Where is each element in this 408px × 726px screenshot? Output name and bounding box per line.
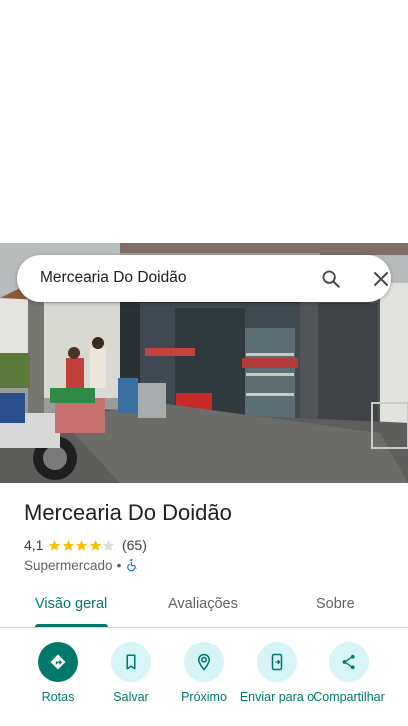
active-tab-indicator — [35, 624, 108, 627]
wheelchair-accessible-icon — [127, 558, 137, 572]
directions-label: Rotas — [41, 690, 75, 704]
search-query[interactable]: Mercearia Do Doidão — [40, 269, 186, 287]
place-title: Mercearia Do Doidão — [24, 500, 232, 525]
separator-dot: • — [116, 557, 122, 573]
tab-overview[interactable]: Visão geral — [35, 596, 107, 612]
close-icon[interactable] — [371, 269, 391, 289]
star-rating — [48, 539, 116, 552]
share-label: Compartilhar — [313, 690, 385, 704]
share-button[interactable]: Compartilhar — [309, 642, 389, 705]
star-icon — [76, 539, 88, 551]
save-label: Salvar — [113, 690, 149, 704]
rating-value: 4,1 — [24, 537, 44, 553]
nearby-label: Próximo — [181, 690, 227, 704]
star-icon — [89, 539, 102, 551]
send-to-phone-label: Enviar para o — [239, 690, 315, 704]
tab-about[interactable]: Sobre — [316, 596, 355, 612]
rating-row[interactable]: 4,1 (65) — [24, 536, 147, 554]
nearby-circle[interactable] — [184, 642, 224, 682]
action-bar: Rotas Salvar Próximo Enviar para o Compa… — [0, 640, 408, 726]
category-row: Supermercado • — [24, 557, 139, 573]
search-icon[interactable] — [320, 268, 342, 290]
share-icon — [342, 654, 355, 670]
send-to-phone-circle[interactable] — [257, 642, 297, 682]
send-to-phone-button[interactable]: Enviar para o — [237, 642, 317, 705]
directions-icon — [50, 654, 66, 670]
save-circle[interactable] — [111, 642, 151, 682]
star-icon — [62, 539, 75, 551]
star-icon — [49, 539, 61, 551]
review-count[interactable]: (65) — [122, 537, 147, 553]
tab-reviews[interactable]: Avaliações — [168, 596, 238, 612]
nearby-icon — [197, 653, 211, 671]
send-to-phone-icon — [271, 653, 283, 671]
directions-circle[interactable] — [38, 642, 78, 682]
map-area[interactable] — [0, 0, 408, 243]
place-tabs: Visão geral Avaliações Sobre — [0, 586, 408, 628]
share-circle[interactable] — [329, 642, 369, 682]
category-label: Supermercado — [24, 557, 113, 573]
nearby-button[interactable]: Próximo — [164, 642, 244, 705]
save-button[interactable]: Salvar — [91, 642, 171, 705]
directions-button[interactable]: Rotas — [18, 642, 98, 705]
search-bar[interactable]: Mercearia Do Doidão — [17, 255, 391, 302]
bookmark-icon — [126, 654, 136, 670]
star-empty-icon — [103, 539, 115, 551]
